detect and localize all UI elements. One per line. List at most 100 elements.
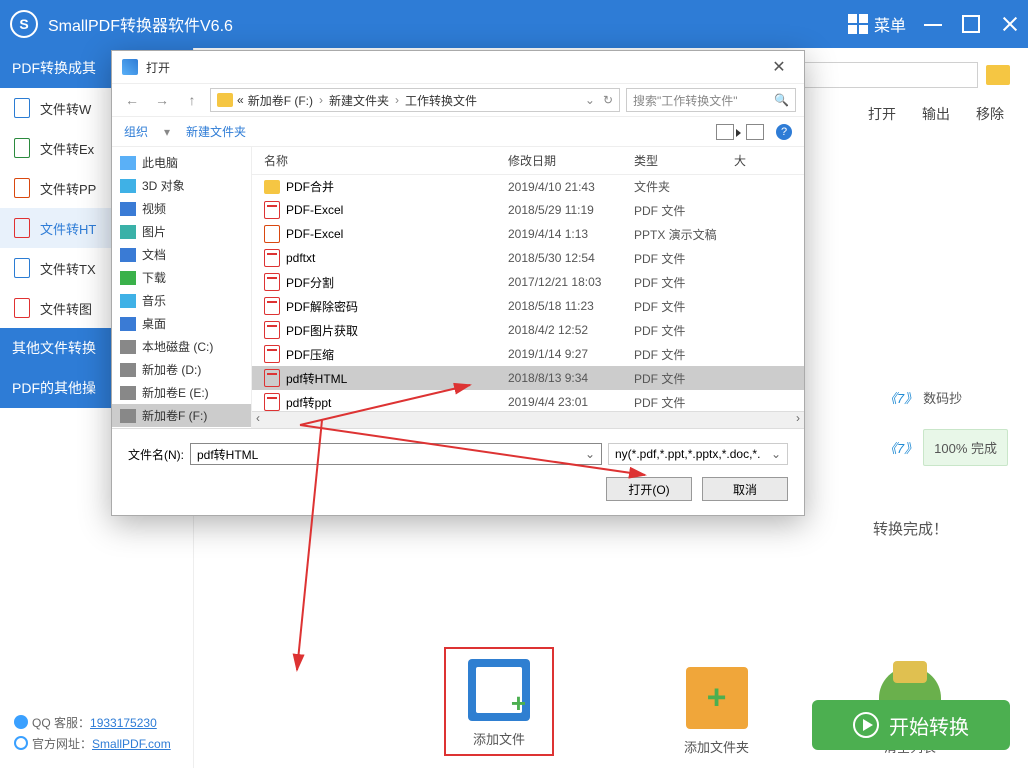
file-row[interactable]: pdf转HTML2018/8/13 9:34PDF 文件: [252, 366, 804, 390]
start-convert-button[interactable]: 开始转换: [812, 700, 1010, 750]
status-list: 《7》数码抄 《7》100% 完成: [884, 388, 1008, 466]
remove-action[interactable]: 移除: [976, 104, 1004, 124]
tree-node[interactable]: 本地磁盘 (C:): [112, 335, 251, 358]
tree-node[interactable]: 新加卷 (D:): [112, 358, 251, 381]
ppt-icon: [264, 225, 280, 243]
file-row[interactable]: pdf转ppt2019/4/4 23:01PDF 文件: [252, 390, 804, 411]
html-icon: [14, 218, 30, 238]
play-icon: [853, 712, 879, 738]
file-row[interactable]: PDF-Excel2018/5/29 11:19PDF 文件: [252, 198, 804, 222]
tree-node[interactable]: 此电脑: [112, 151, 251, 174]
tree-node[interactable]: 新加卷F (F:): [112, 404, 251, 427]
new-folder-button[interactable]: 新建文件夹: [186, 123, 246, 140]
tree-node[interactable]: 音乐: [112, 289, 251, 312]
file-row[interactable]: PDF压缩2019/1/14 9:27PDF 文件: [252, 342, 804, 366]
vid-icon: [120, 202, 136, 216]
open-button[interactable]: 打开(O): [606, 477, 692, 501]
support-info: QQ 客服：1933175230 官方网址：SmallPDF.com: [0, 701, 193, 768]
menu-button[interactable]: 菜单: [848, 12, 906, 36]
tree-node[interactable]: 桌面: [112, 312, 251, 335]
site-link[interactable]: SmallPDF.com: [92, 737, 171, 751]
file-row[interactable]: PDF合并2019/4/10 21:43文件夹: [252, 175, 804, 198]
tree-node[interactable]: 3D 对象: [112, 174, 251, 197]
file-row[interactable]: PDF分割2017/12/21 18:03PDF 文件: [252, 270, 804, 294]
status-item: 《7》100% 完成: [884, 429, 1008, 466]
view-mode-button[interactable]: [716, 124, 734, 140]
browser-icon: [14, 736, 28, 750]
add-file-icon: [468, 659, 530, 721]
qq-link[interactable]: 1933175230: [90, 716, 157, 730]
tree-node[interactable]: 新加卷E (E:): [112, 381, 251, 404]
horizontal-scrollbar[interactable]: [252, 411, 804, 428]
nav-forward-button[interactable]: →: [150, 88, 174, 112]
breadcrumb[interactable]: « 新加卷F (F:)› 新建文件夹› 工作转换文件 ⌄↻: [210, 88, 620, 112]
cancel-button[interactable]: 取消: [702, 477, 788, 501]
close-button[interactable]: [1000, 15, 1018, 33]
output-action[interactable]: 输出: [922, 104, 950, 124]
minimize-button[interactable]: [924, 15, 942, 33]
drv-icon: [120, 386, 136, 400]
mus-icon: [120, 294, 136, 308]
add-folder-icon: [686, 667, 748, 729]
drv-icon: [120, 340, 136, 354]
col-size[interactable]: 大: [734, 152, 804, 169]
img-icon: [120, 225, 136, 239]
app-title: SmallPDF转换器软件V6.6: [48, 12, 848, 36]
image-icon: [14, 298, 30, 318]
progress-badge: 100% 完成: [923, 429, 1008, 466]
pc-icon: [120, 156, 136, 170]
file-row[interactable]: PDF图片获取2018/4/2 12:52PDF 文件: [252, 318, 804, 342]
browse-folder-icon[interactable]: [986, 65, 1010, 85]
column-headers[interactable]: 名称 修改日期 类型 大: [252, 147, 804, 175]
pdf-icon: [264, 369, 280, 387]
search-icon: 🔍: [774, 93, 789, 107]
desk-icon: [120, 317, 136, 331]
d3-icon: [120, 179, 136, 193]
dialog-nav: ← → ↑ « 新加卷F (F:)› 新建文件夹› 工作转换文件 ⌄↻ 搜索"工…: [112, 83, 804, 117]
titlebar: S SmallPDF转换器软件V6.6 菜单: [0, 0, 1028, 48]
col-name[interactable]: 名称: [252, 152, 508, 169]
nav-back-button[interactable]: ←: [120, 88, 144, 112]
filename-input[interactable]: pdf转HTML: [190, 443, 602, 465]
help-button[interactable]: ?: [776, 124, 792, 140]
add-file-button[interactable]: 添加文件: [444, 647, 554, 756]
folder-tree[interactable]: 此电脑3D 对象视频图片文档下载音乐桌面本地磁盘 (C:)新加卷 (D:)新加卷…: [112, 147, 252, 428]
tree-node[interactable]: 视频: [112, 197, 251, 220]
file-type-filter[interactable]: ny(*.pdf,*.ppt,*.pptx,*.doc,*.: [608, 443, 788, 465]
dialog-titlebar: 打开 ✕: [112, 51, 804, 83]
search-placeholder: 搜索"工作转换文件": [633, 92, 738, 109]
folder-icon: [217, 93, 233, 107]
tree-node[interactable]: 图片: [112, 220, 251, 243]
file-open-dialog: 打开 ✕ ← → ↑ « 新加卷F (F:)› 新建文件夹› 工作转换文件 ⌄↻…: [111, 50, 805, 516]
window-controls: [924, 15, 1018, 33]
dialog-close-button[interactable]: ✕: [764, 57, 794, 77]
file-row[interactable]: pdftxt2018/5/30 12:54PDF 文件: [252, 246, 804, 270]
tree-node[interactable]: 下载: [112, 266, 251, 289]
file-list: 名称 修改日期 类型 大 PDF合并2019/4/10 21:43文件夹PDF-…: [252, 147, 804, 428]
txt-icon: [14, 258, 30, 278]
filename-label: 文件名(N):: [128, 446, 184, 463]
file-row[interactable]: PDF解除密码2018/5/18 11:23PDF 文件: [252, 294, 804, 318]
organize-button[interactable]: 组织: [124, 123, 148, 140]
ppt-icon: [14, 178, 30, 198]
nav-up-button[interactable]: ↑: [180, 88, 204, 112]
pdf-icon: [264, 297, 280, 315]
col-type[interactable]: 类型: [634, 152, 734, 169]
maximize-button[interactable]: [962, 15, 980, 33]
folder-icon: [264, 180, 280, 194]
drv-icon: [120, 363, 136, 377]
tree-node[interactable]: 文档: [112, 243, 251, 266]
search-input[interactable]: 搜索"工作转换文件" 🔍: [626, 88, 796, 112]
pdf-icon: [264, 201, 280, 219]
add-folder-button[interactable]: 添加文件夹: [684, 667, 749, 756]
preview-pane-button[interactable]: [746, 124, 764, 140]
dl-icon: [120, 271, 136, 285]
col-date[interactable]: 修改日期: [508, 152, 634, 169]
menu-grid-icon: [848, 14, 868, 34]
open-action[interactable]: 打开: [868, 104, 896, 124]
dialog-footer: 文件名(N): pdf转HTML ny(*.pdf,*.ppt,*.pptx,*…: [112, 429, 804, 515]
file-row[interactable]: PDF-Excel2019/4/14 1:13PPTX 演示文稿: [252, 222, 804, 246]
qq-icon: [14, 715, 28, 729]
pdf-icon: [264, 321, 280, 339]
file-rows[interactable]: PDF合并2019/4/10 21:43文件夹PDF-Excel2018/5/2…: [252, 175, 804, 411]
